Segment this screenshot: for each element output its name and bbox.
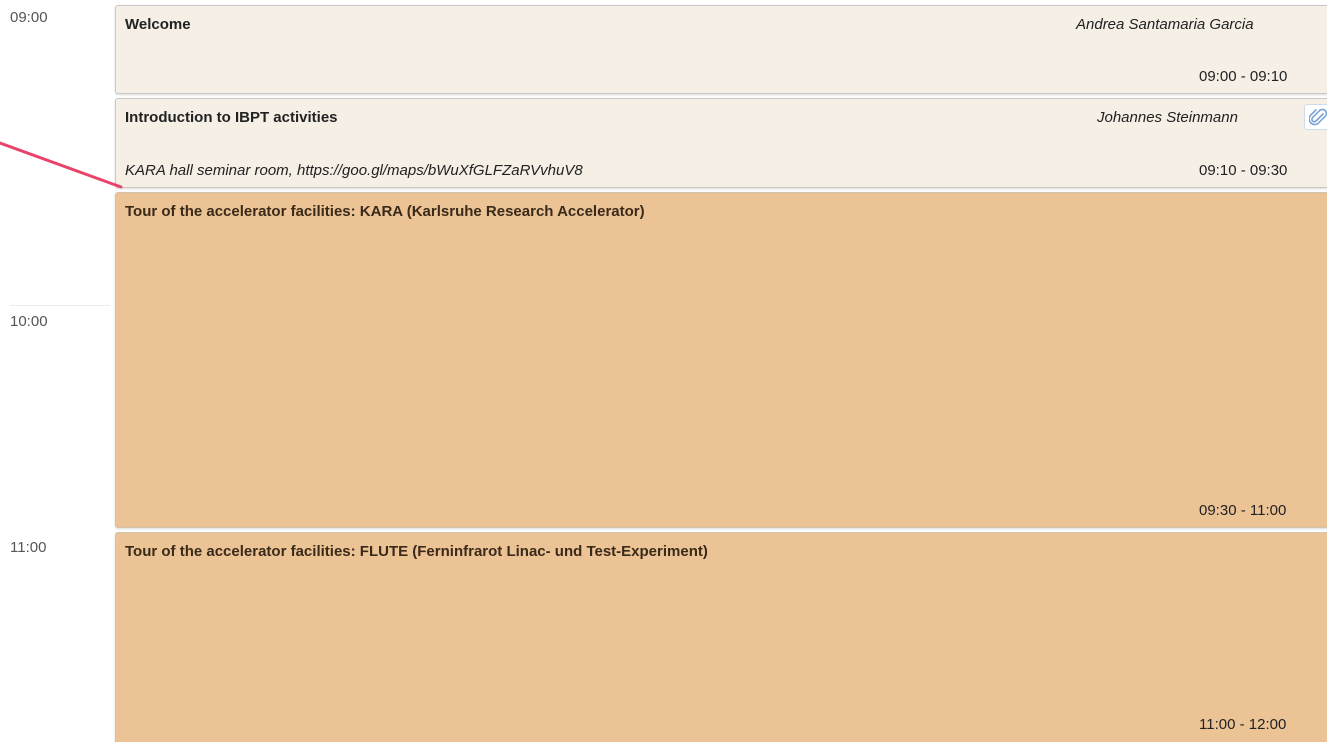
entry-location: KARA hall seminar room, https://goo.gl/m… bbox=[125, 162, 583, 179]
entry-time: 09:10 - 09:30 bbox=[1199, 162, 1288, 179]
entry-time: 09:00 - 09:10 bbox=[1199, 68, 1288, 85]
time-label-1000: 10:00 bbox=[10, 313, 48, 330]
entry-introduction[interactable]: Introduction to IBPT activities Johannes… bbox=[115, 98, 1327, 188]
entry-tour-flute[interactable]: Tour of the accelerator facilities: FLUT… bbox=[115, 532, 1327, 742]
entry-title: Tour of the accelerator facilities: FLUT… bbox=[125, 543, 708, 560]
entry-title: Tour of the accelerator facilities: KARA… bbox=[125, 203, 645, 220]
entry-welcome[interactable]: Welcome Andrea Santamaria Garcia 09:00 -… bbox=[115, 5, 1327, 94]
hour-divider bbox=[10, 305, 110, 306]
entry-time: 11:00 - 12:00 bbox=[1199, 716, 1287, 733]
timetable: 09:00 10:00 11:00 Welcome Andrea Santama… bbox=[0, 0, 1327, 742]
time-label-1100: 11:00 bbox=[10, 539, 47, 556]
paperclip-icon bbox=[1309, 108, 1327, 126]
entry-speaker[interactable]: Johannes Steinmann bbox=[1097, 109, 1238, 126]
entry-title: Introduction to IBPT activities bbox=[125, 109, 338, 126]
entry-speaker[interactable]: Andrea Santamaria Garcia bbox=[1076, 16, 1254, 33]
annotation-arrow bbox=[0, 141, 123, 189]
entry-tour-kara[interactable]: Tour of the accelerator facilities: KARA… bbox=[115, 192, 1327, 528]
attachment-button[interactable] bbox=[1304, 104, 1327, 130]
entry-time: 09:30 - 11:00 bbox=[1199, 502, 1287, 519]
